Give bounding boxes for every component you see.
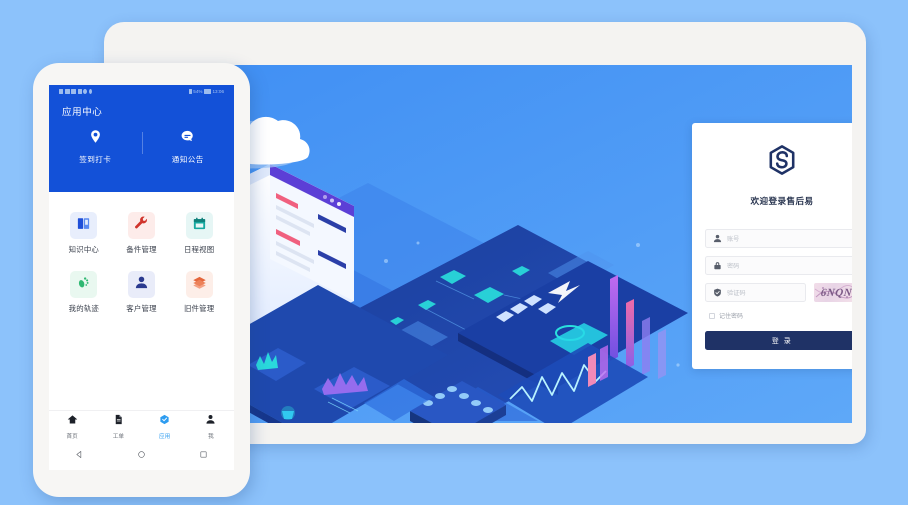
tab-label: 应用 <box>159 433 171 440</box>
footprint-icon-wrap <box>70 271 98 298</box>
quick-action-notice[interactable]: 通知公告 <box>142 129 235 165</box>
bluetooth-icon <box>188 89 192 94</box>
file-icon <box>113 412 124 429</box>
status-bar-right: 54% 13:06 <box>188 89 225 94</box>
login-fields: 账号 密码 验证码 6NQN 记住密码 <box>705 229 852 320</box>
clock: 13:06 <box>212 89 225 94</box>
app-item-old-parts[interactable]: 旧件管理 <box>170 271 228 314</box>
footprint-icon <box>76 275 91 295</box>
home-icon <box>67 412 78 429</box>
app-center-title: 应用中心 <box>62 107 103 118</box>
wrench-icon <box>134 216 149 236</box>
dot-icon <box>88 89 92 94</box>
captcha-image[interactable]: 6NQN <box>814 283 852 302</box>
tab-label: 我 <box>208 433 214 440</box>
home-circle-icon[interactable] <box>137 446 146 464</box>
calendar-icon-wrap <box>185 212 213 239</box>
quick-action-label: 签到打卡 <box>79 155 112 164</box>
phone-screen: 54% 13:06 应用中心 签到打卡 通知公告 知识中心 备件管理 日程视图 … <box>49 85 234 470</box>
remember-checkbox[interactable] <box>709 312 715 319</box>
captcha-field[interactable]: 验证码 <box>705 283 806 302</box>
android-nav-bar <box>49 440 234 470</box>
app-label: 旧件管理 <box>183 304 215 313</box>
page-title: 欢迎登录售后易 <box>750 196 814 206</box>
phone-device: 54% 13:06 应用中心 签到打卡 通知公告 知识中心 备件管理 日程视图 … <box>33 63 250 497</box>
captcha-text: 6NQN <box>820 286 852 299</box>
remember-password-row[interactable]: 记住密码 <box>705 311 852 320</box>
tab-home[interactable]: 首页 <box>49 412 95 440</box>
book-icon <box>76 216 91 236</box>
login-submit-button[interactable]: 登 录 <box>705 331 852 350</box>
app-item-spare-parts[interactable]: 备件管理 <box>113 212 171 255</box>
quick-action-label: 通知公告 <box>171 155 204 164</box>
hexagon-s-logo-icon <box>766 144 798 181</box>
quick-action-checkin[interactable]: 签到打卡 <box>49 129 142 165</box>
app-grid: 知识中心 备件管理 日程视图 我的轨迹 客户管理 旧件管理 <box>49 192 234 314</box>
app-label: 日程视图 <box>183 245 215 254</box>
app-item-customer[interactable]: 客户管理 <box>113 271 171 314</box>
captcha-row: 验证码 6NQN <box>705 283 852 302</box>
remember-label: 记住密码 <box>719 314 744 320</box>
lock-icon <box>712 261 723 270</box>
location-pin-icon <box>88 130 103 148</box>
person-icon-wrap <box>127 271 155 298</box>
back-triangle-icon[interactable] <box>75 446 84 464</box>
account-placeholder: 账号 <box>727 236 740 243</box>
tab-label: 首页 <box>66 433 78 440</box>
person-icon <box>134 275 149 295</box>
app-item-knowledge[interactable]: 知识中心 <box>55 212 113 255</box>
quick-actions: 签到打卡 通知公告 <box>49 129 234 165</box>
captcha-placeholder: 验证码 <box>727 290 746 297</box>
tab-mine[interactable]: 我 <box>188 412 234 440</box>
sim-icon <box>59 89 63 94</box>
app-label: 客户管理 <box>126 304 157 313</box>
wrench-icon-wrap <box>127 212 155 239</box>
tab-workorder[interactable]: 工单 <box>95 412 141 440</box>
battery-icon <box>204 89 211 94</box>
alarm-icon <box>83 89 87 94</box>
app-label: 备件管理 <box>126 245 157 254</box>
app-item-schedule[interactable]: 日程视图 <box>170 212 228 255</box>
quick-divider <box>141 132 143 154</box>
message-bubble-icon <box>180 130 195 148</box>
app-item-track[interactable]: 我的轨迹 <box>55 271 113 314</box>
calendar-icon <box>192 216 207 236</box>
shield-check-icon <box>712 288 723 297</box>
tab-label: 工单 <box>112 433 124 440</box>
phone-header: 54% 13:06 应用中心 签到打卡 通知公告 <box>49 85 234 192</box>
status-bar-left <box>59 89 92 94</box>
logo-wrap <box>692 144 852 181</box>
login-card: 欢迎登录售后易 账号 密码 验证码 6NQN 记住密码 登 录 <box>692 123 852 369</box>
apps-icon <box>159 412 170 429</box>
battery-percent: 54% <box>193 89 203 94</box>
layers-icon <box>192 275 207 295</box>
tab-apps[interactable]: 应用 <box>142 412 188 440</box>
status-bar: 54% 13:06 <box>49 85 234 98</box>
account-field[interactable]: 账号 <box>705 229 852 248</box>
bottom-tab-bar: 首页 工单 应用 我 <box>49 410 234 440</box>
password-placeholder: 密码 <box>727 263 740 270</box>
user-icon <box>205 412 216 429</box>
app-label: 知识中心 <box>68 245 100 254</box>
app-label: 我的轨迹 <box>68 304 100 313</box>
vibrate-icon <box>77 89 82 94</box>
wifi-icon <box>71 89 76 94</box>
layers-icon-wrap <box>185 271 213 298</box>
password-field[interactable]: 密码 <box>705 256 852 275</box>
user-icon <box>712 234 723 243</box>
signal-icon <box>64 89 70 94</box>
book-icon-wrap <box>70 212 98 239</box>
recents-square-icon[interactable] <box>199 446 208 464</box>
